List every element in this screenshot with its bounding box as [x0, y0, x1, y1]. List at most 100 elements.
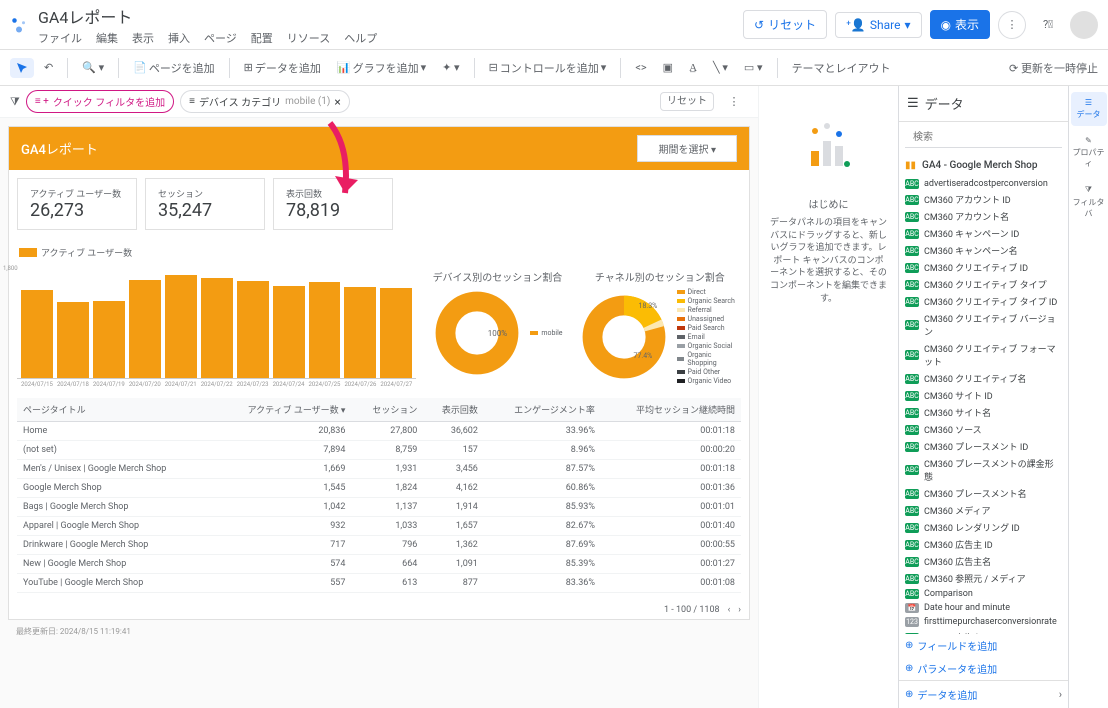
field-item[interactable]: ABCCM360 キャンペーン ID: [905, 225, 1062, 242]
field-item[interactable]: ABCCM360 クリエイティブ名: [905, 370, 1062, 387]
table-row[interactable]: New | Google Merch Shop5746641,09185.39%…: [17, 555, 741, 574]
share-button[interactable]: ⁺👤Share▾: [835, 12, 921, 38]
bar[interactable]: [57, 302, 89, 378]
line-tool[interactable]: ╲ ▾: [707, 57, 734, 78]
theme-tool[interactable]: テーマとレイアウト: [786, 56, 897, 80]
field-item[interactable]: ABCCM360 広告主名: [905, 553, 1062, 570]
add-page-tool[interactable]: 📄 ページを追加: [127, 56, 220, 80]
chip-close-icon[interactable]: ×: [334, 95, 340, 109]
bar-chart[interactable]: 1,800: [17, 269, 416, 379]
table-row[interactable]: Men's / Unisex | Google Merch Shop1,6691…: [17, 460, 741, 479]
add-param-link[interactable]: ⊕ パラメータを追加: [899, 657, 1068, 680]
date-range-selector[interactable]: 期間を選択 ▾: [637, 135, 737, 162]
field-item[interactable]: ABCCM360 プレースメント ID: [905, 438, 1062, 455]
user-avatar[interactable]: [1070, 11, 1098, 39]
field-item[interactable]: ABCCM360 アカウント名: [905, 208, 1062, 225]
field-item[interactable]: ABCCM360 レンダリング ID: [905, 519, 1062, 536]
bar[interactable]: [237, 281, 269, 378]
field-item[interactable]: ABCCM360 サイト ID: [905, 387, 1062, 404]
menu-ページ[interactable]: ページ: [204, 30, 237, 46]
tab-filter[interactable]: ⧩フィルタバ: [1071, 179, 1107, 225]
bar[interactable]: [165, 275, 197, 378]
field-item[interactable]: ABCCM360 メディア: [905, 502, 1062, 519]
tab-data[interactable]: ☰データ: [1071, 92, 1107, 126]
more-options-icon[interactable]: ⋮: [998, 11, 1026, 39]
zoom-tool[interactable]: 🔍 ▾: [76, 57, 110, 78]
field-item[interactable]: ABCCM360 サイト名: [905, 404, 1062, 421]
filter-more-icon[interactable]: ⋮: [720, 88, 748, 116]
undo-tool[interactable]: ↶: [38, 57, 59, 78]
menu-編集[interactable]: 編集: [96, 30, 118, 46]
menu-表示[interactable]: 表示: [132, 30, 154, 46]
field-item[interactable]: ABCCM360 プレースメントの課金形態: [905, 455, 1062, 485]
bar[interactable]: [21, 290, 53, 378]
table-header[interactable]: アクティブ ユーザー数 ▾: [213, 398, 352, 422]
menu-ファイル[interactable]: ファイル: [38, 30, 82, 46]
bar[interactable]: [273, 286, 305, 378]
field-item[interactable]: 123firsttimepurchaserconversionrate: [905, 615, 1062, 629]
table-row[interactable]: Home20,83627,80036,60233.96%00:01:18: [17, 422, 741, 441]
filter-reset-button[interactable]: リセット: [660, 92, 714, 111]
add-data-link[interactable]: ⊕ データを追加: [905, 687, 977, 702]
field-item[interactable]: ABCCM360 参照元 / メディア: [905, 570, 1062, 587]
data-table[interactable]: ページタイトルアクティブ ユーザー数 ▾セッション表示回数エンゲージメント率平均…: [17, 398, 741, 593]
field-item[interactable]: ABCCM360 クリエイティブ ID: [905, 259, 1062, 276]
text-tool[interactable]: A̲: [683, 58, 703, 78]
donut-chart-1[interactable]: 100% mobile: [424, 288, 570, 378]
device-category-chip[interactable]: ≡ デバイス カテゴリ mobile (1) ×: [180, 90, 350, 113]
table-row[interactable]: Bags | Google Merch Shop1,0421,1371,9148…: [17, 498, 741, 517]
field-item[interactable]: 📅Date hour and minute: [905, 601, 1062, 615]
field-item[interactable]: ABCCM360 クリエイティブ バージョン: [905, 310, 1062, 340]
field-item[interactable]: ABCCM360 キャンペーン名: [905, 242, 1062, 259]
kpi-card[interactable]: アクティブ ユーザー数26,273: [17, 178, 137, 230]
select-tool[interactable]: [10, 58, 34, 78]
field-item[interactable]: ABCCM360 クリエイティブ フォーマット: [905, 340, 1062, 370]
field-item[interactable]: ABCCM360 クリエイティブ タイプ: [905, 276, 1062, 293]
embed-tool[interactable]: <>: [629, 57, 652, 78]
table-row[interactable]: YouTube | Google Merch Shop55761387783.3…: [17, 574, 741, 593]
add-control-tool[interactable]: ⊟ コントロールを追加 ▾: [483, 56, 613, 80]
field-item[interactable]: ABCCM360 プレースメント名: [905, 485, 1062, 502]
field-item[interactable]: ABCadvertiseradcostperconversion: [905, 177, 1062, 191]
community-viz-tool[interactable]: ✦ ▾: [436, 57, 465, 78]
table-row[interactable]: (not set)7,8948,7591578.96%00:00:20: [17, 441, 741, 460]
field-item[interactable]: ABCComparison: [905, 587, 1062, 601]
table-header[interactable]: ページタイトル: [17, 398, 213, 422]
bar[interactable]: [344, 287, 376, 378]
table-header[interactable]: セッション: [351, 398, 423, 422]
kpi-card[interactable]: 表示回数78,819: [273, 178, 393, 230]
view-button[interactable]: ◉表示: [930, 10, 991, 39]
add-data-tool[interactable]: ⊞ データを追加: [238, 56, 327, 80]
shape-tool[interactable]: ▭ ▾: [738, 57, 769, 78]
bar[interactable]: [129, 280, 161, 378]
field-search-input[interactable]: [905, 128, 1062, 148]
reset-button[interactable]: ↺リセット: [743, 10, 827, 39]
bar[interactable]: [201, 278, 233, 378]
menu-挿入[interactable]: 挿入: [168, 30, 190, 46]
add-chart-tool[interactable]: 📊 グラフを追加 ▾: [331, 56, 432, 80]
field-item[interactable]: ABCCM360 クリエイティブ タイプ ID: [905, 293, 1062, 310]
table-header[interactable]: エンゲージメント率: [484, 398, 601, 422]
menu-配置[interactable]: 配置: [251, 30, 273, 46]
quick-filter-chip[interactable]: ≡ + クイック フィルタを追加: [26, 90, 174, 113]
table-header[interactable]: 表示回数: [423, 398, 484, 422]
table-row[interactable]: Apparel | Google Merch Shop9321,0331,657…: [17, 517, 741, 536]
tab-property[interactable]: ✎プロパティ: [1071, 130, 1107, 175]
table-header[interactable]: 平均セッション継続時間: [601, 398, 741, 422]
table-row[interactable]: Drinkware | Google Merch Shop7177961,362…: [17, 536, 741, 555]
table-row[interactable]: Google Merch Shop1,5451,8244,16260.86%00…: [17, 479, 741, 498]
field-item[interactable]: ABCCM360 アカウント ID: [905, 191, 1062, 208]
data-source-name[interactable]: ▮▮GA4 - Google Merch Shop: [899, 154, 1068, 177]
field-item[interactable]: ABCCM360 ソース: [905, 421, 1062, 438]
add-field-link[interactable]: ⊕ フィールドを追加: [899, 634, 1068, 657]
doc-title[interactable]: GA4レポート: [38, 4, 743, 28]
bar[interactable]: [380, 288, 412, 378]
image-tool[interactable]: ▣: [657, 57, 679, 78]
bar[interactable]: [309, 282, 341, 378]
field-item[interactable]: ABCCM360 広告主 ID: [905, 536, 1062, 553]
donut-chart-2[interactable]: 18.3% 77.4% DirectOrganic SearchReferral…: [579, 288, 741, 386]
help-icon[interactable]: ?⃝: [1034, 11, 1062, 39]
menu-リソース[interactable]: リソース: [287, 30, 330, 46]
kpi-card[interactable]: セッション35,247: [145, 178, 265, 230]
bar[interactable]: [93, 301, 125, 379]
